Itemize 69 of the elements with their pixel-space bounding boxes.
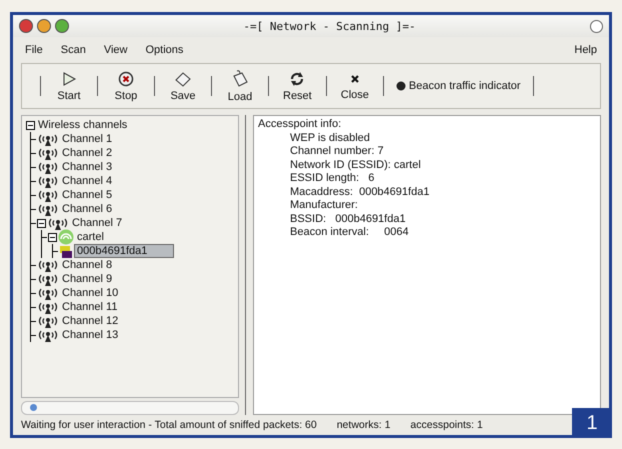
tree-item[interactable]: Channel 8 [60,259,114,271]
antenna-icon [37,132,59,146]
status-text: accesspoints: 1 [410,419,483,431]
antenna-icon [37,286,59,300]
toolbar-button[interactable]: Save [167,68,199,104]
antenna-icon [37,146,59,160]
tree-item[interactable]: Channel 9 [60,273,114,285]
indicator-dot-icon [396,81,406,91]
zoom-icon[interactable] [55,19,69,33]
menu-item[interactable]: View [102,43,130,57]
toolbar-button[interactable]: Reset [281,68,314,104]
play-icon [61,70,77,86]
tree-item[interactable]: 000b4691fda1 [74,244,174,258]
antenna-icon [37,188,59,202]
figure-number: 1 [572,408,612,438]
signal-icon [58,229,74,245]
device-icon [59,244,73,258]
menu-item[interactable]: Options [143,43,186,57]
antenna-icon [37,202,59,216]
tree-item[interactable]: Channel 3 [60,161,114,173]
toolbar-button[interactable]: Close [338,70,371,102]
antenna-icon [37,174,59,188]
info-line: Beacon interval: 0064 [289,226,410,240]
tree-item[interactable]: Channel 6 [60,203,114,215]
window-title: -=[ Network - Scanning ]=- [242,20,417,32]
refresh-icon [289,70,306,86]
toolbar-button[interactable]: Load [224,68,256,104]
info-line: Network ID (ESSID): cartel [289,158,422,172]
stop-icon [118,70,134,86]
close-icon[interactable] [19,19,33,33]
tree-item[interactable]: cartel [75,231,106,243]
antenna-icon [37,328,59,342]
tree-item[interactable]: Wireless channels [36,119,130,131]
tree-item[interactable]: Channel 2 [60,147,114,159]
scrollbar[interactable] [21,401,239,415]
toolbar-button[interactable]: Start [53,68,85,104]
status-text: Waiting for user interaction - Total amount of sniffed packets: 60 [21,419,317,431]
collapse-icon[interactable] [26,120,35,130]
antenna-icon [37,160,59,174]
tree-item[interactable]: Channel 4 [60,175,114,187]
tree-item[interactable]: Channel 12 [60,315,120,327]
tree-item[interactable]: Channel 11 [60,301,120,313]
minimize-icon[interactable] [37,19,51,33]
indicator-label: Beacon traffic indicator [408,80,521,92]
status-text: networks: 1 [336,419,390,431]
tree-item[interactable]: Channel 10 [60,287,120,299]
info-line: ESSID length: 6 [289,172,376,186]
tree-item[interactable]: Channel 5 [60,189,114,201]
info-heading: Accesspoint info: [258,118,342,132]
antenna-icon [37,300,59,314]
shade-icon[interactable] [590,20,603,32]
menu-item[interactable]: Help [572,43,599,57]
info-line: Channel number: 7 [289,145,385,158]
tree-item[interactable]: Channel 13 [60,329,120,341]
collapse-icon[interactable] [48,232,57,242]
menu-item[interactable]: Scan [58,43,88,57]
info-line: Macaddress: 000b4691fda1 [289,186,430,199]
antenna-icon [37,258,59,272]
info-line: WEP is disabled [289,132,371,145]
menu-item[interactable]: File [23,43,45,57]
collapse-icon[interactable] [37,218,46,228]
tree-item[interactable]: Channel 1 [60,133,114,145]
antenna-icon [47,216,69,230]
tree-item[interactable]: Channel 7 [70,217,124,229]
antenna-icon [37,314,59,328]
antenna-icon [37,272,59,286]
info-line: BSSID: 000b4691fda1 [289,212,407,226]
info-line: Manufacturer: [289,199,359,212]
toolbar-button[interactable]: Stop [110,68,142,104]
